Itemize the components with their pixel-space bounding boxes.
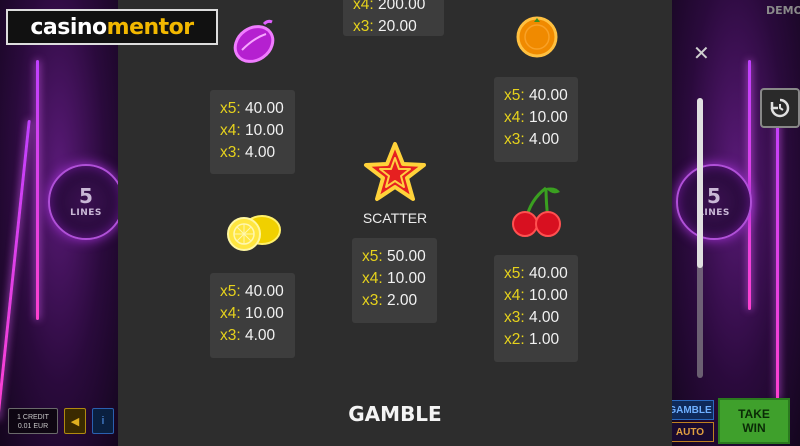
scatter-star-icon — [362, 140, 428, 211]
credit-decrease-button[interactable]: ◀ — [64, 408, 86, 434]
pay-row: x4: 10.00 — [362, 268, 427, 290]
pay-value: 4.00 — [245, 327, 276, 344]
pay-multiplier: x4: — [362, 270, 383, 287]
pay-value: 10.00 — [245, 122, 284, 139]
pay-row: x3: 4.00 — [220, 325, 285, 347]
neon-line — [0, 120, 31, 420]
close-paytable-button[interactable]: ✕ — [693, 44, 710, 64]
pay-value: 10.00 — [529, 287, 568, 304]
close-icon: ✕ — [693, 43, 710, 65]
pay-multiplier: x5: — [220, 100, 241, 117]
plum-icon — [226, 12, 282, 73]
pay-row: x3: 4.00 — [504, 129, 568, 151]
pay-multiplier: x5: — [504, 265, 525, 282]
credit-currency: 0.01 EUR — [17, 423, 49, 430]
lines-indicator-right: 5 LINES — [676, 164, 752, 240]
pay-multiplier: x3: — [504, 131, 525, 148]
pay-row: x4: 10.00 — [504, 107, 568, 129]
pay-row: x4: 10.00 — [220, 303, 285, 325]
pay-value: 40.00 — [245, 100, 284, 117]
pay-row: x2: 1.00 — [504, 329, 568, 351]
pay-value: 200.00 — [378, 0, 426, 13]
pay-multiplier: x4: — [504, 109, 525, 126]
pay-row: x3: 4.00 — [504, 307, 568, 329]
pay-value: 20.00 — [378, 18, 417, 35]
gamble-section-title: GAMBLE — [348, 402, 442, 426]
pay-multiplier: x4: — [353, 0, 374, 13]
triangle-left-icon: ◀ — [70, 415, 80, 428]
credit-selector[interactable]: 1 CREDIT 0.01 EUR — [8, 408, 58, 434]
auto-button[interactable]: AUTO — [666, 422, 714, 442]
pay-row: x5: 40.00 — [504, 263, 568, 285]
pay-multiplier: x4: — [504, 287, 525, 304]
neon-line — [776, 100, 779, 400]
pay-value: 1.00 — [529, 331, 560, 348]
pay-row: x5: 40.00 — [220, 281, 285, 303]
pay-multiplier: x2: — [504, 331, 525, 348]
pay-row: x4: 10.00 — [220, 120, 285, 142]
pay-multiplier: x3: — [362, 292, 383, 309]
pay-value: 4.00 — [245, 144, 276, 161]
pay-value: 10.00 — [245, 305, 284, 322]
paytable-box-top-center: x4: 200.00 x3: 20.00 — [343, 0, 444, 36]
credit-amount: 1 CREDIT — [17, 414, 49, 421]
lines-label: LINES — [70, 208, 102, 218]
pay-multiplier: x5: — [220, 283, 241, 300]
pay-value: 10.00 — [387, 270, 426, 287]
pay-row: x3: 4.00 — [220, 142, 285, 164]
pay-row: x5: 40.00 — [504, 85, 568, 107]
history-button[interactable] — [760, 88, 800, 128]
pay-row: x4: 200.00 — [353, 0, 434, 16]
scatter-label: SCATTER — [362, 210, 428, 226]
lines-indicator-left: 5 LINES — [48, 164, 124, 240]
neon-line — [36, 60, 39, 320]
pay-value: 4.00 — [529, 131, 560, 148]
pay-multiplier: x3: — [220, 327, 241, 344]
pay-value: 2.00 — [387, 292, 418, 309]
take-win-button[interactable]: TAKE WIN — [718, 398, 790, 444]
orange-icon — [512, 10, 562, 65]
pay-value: 40.00 — [529, 265, 568, 282]
lines-number: 5 — [79, 184, 93, 208]
pay-row: x5: 50.00 — [362, 246, 427, 268]
pay-row: x5: 40.00 — [220, 98, 285, 120]
lines-number: 5 — [707, 184, 721, 208]
pay-value: 40.00 — [529, 87, 568, 104]
pay-multiplier: x5: — [504, 87, 525, 104]
casinomentor-logo: casino mentor — [6, 9, 218, 45]
demo-badge: DEMO — [766, 4, 800, 17]
pay-row: x4: 10.00 — [504, 285, 568, 307]
take-win-label-line2: WIN — [742, 421, 766, 435]
lemon-icon — [222, 206, 284, 261]
pay-value: 50.00 — [387, 248, 426, 265]
paytable-box-plum: x5: 40.00 x4: 10.00 x3: 4.00 — [210, 90, 295, 174]
pay-multiplier: x4: — [220, 305, 241, 322]
info-icon: i — [101, 415, 105, 427]
paytable-box-scatter: x5: 50.00 x4: 10.00 x3: 2.00 — [352, 238, 437, 323]
logo-text-part2: mentor — [106, 14, 195, 40]
gamble-button[interactable]: GAMBLE — [666, 400, 714, 420]
logo-text-part1: casino — [30, 14, 107, 40]
scrollbar-thumb[interactable] — [697, 98, 703, 268]
pay-multiplier: x5: — [362, 248, 383, 265]
pay-multiplier: x3: — [504, 309, 525, 326]
pay-multiplier: x3: — [353, 18, 374, 35]
take-win-label-line1: TAKE — [738, 407, 770, 421]
pay-multiplier: x4: — [220, 122, 241, 139]
info-button[interactable]: i — [92, 408, 114, 434]
paytable-box-lemon: x5: 40.00 x4: 10.00 x3: 4.00 — [210, 273, 295, 358]
paytable-box-orange: x5: 40.00 x4: 10.00 x3: 4.00 — [494, 77, 578, 162]
history-icon — [770, 98, 790, 118]
pay-row: x3: 2.00 — [362, 290, 427, 312]
cherry-icon — [508, 182, 566, 245]
pay-value: 40.00 — [245, 283, 284, 300]
paytable-box-cherry: x5: 40.00 x4: 10.00 x3: 4.00 x2: 1.00 — [494, 255, 578, 362]
pay-row: x3: 20.00 — [353, 16, 434, 38]
pay-value: 4.00 — [529, 309, 560, 326]
pay-multiplier: x3: — [220, 144, 241, 161]
pay-value: 10.00 — [529, 109, 568, 126]
